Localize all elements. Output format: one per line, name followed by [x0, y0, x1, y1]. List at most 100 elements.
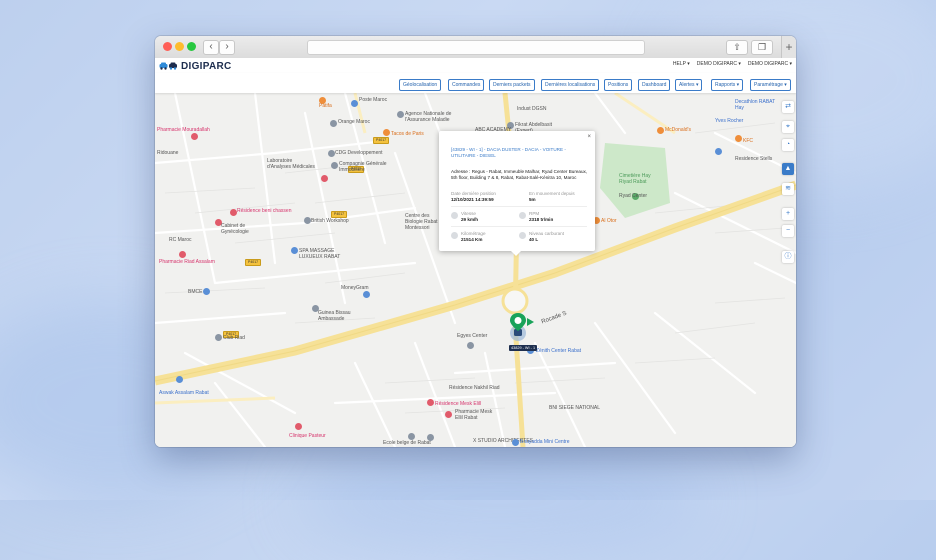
road-shield: P4017 [331, 211, 348, 218]
poi-label: MoneyGram [341, 285, 369, 291]
traffic-icon[interactable]: ▲ [782, 163, 794, 175]
poi-label: Indust DGSN [517, 106, 547, 112]
poi-label: Orange Maroc [338, 119, 370, 125]
office-icon[interactable] [328, 150, 335, 157]
reports-dropdown[interactable]: Rapports ▾ [711, 79, 744, 91]
satellite-icon[interactable]: ◔ [782, 139, 794, 151]
brand-logo[interactable]: DIGIPARC [159, 60, 232, 72]
maximize-window-button[interactable] [187, 42, 196, 51]
poi-label: KFC [743, 138, 753, 144]
phone-shop-icon[interactable] [330, 120, 337, 127]
divider [451, 226, 587, 227]
zoom-in-icon[interactable]: + [782, 208, 794, 220]
help-menu[interactable]: HELP [673, 61, 690, 67]
poi-label: Decathlon RABAT Hay [735, 99, 776, 111]
building-icon[interactable] [397, 111, 404, 118]
restaurant-icon[interactable] [383, 129, 390, 136]
school-icon[interactable] [304, 217, 311, 224]
rpm-icon [519, 212, 526, 219]
commands-button[interactable]: Commandes [448, 79, 485, 91]
info-icon[interactable]: ⓘ [782, 251, 794, 263]
settings-label: Paramétrage [754, 82, 783, 88]
field-value: 5m [529, 197, 536, 202]
poi-label: CDG Developpement [335, 150, 383, 156]
shopping-icon[interactable] [512, 439, 519, 446]
speed-field: Vitesse 29 km/h [461, 211, 478, 223]
building-icon[interactable] [467, 342, 474, 349]
hotel-icon[interactable] [230, 209, 237, 216]
poi-label: Aswak Assalam Rabat [159, 390, 209, 396]
pharmacy-icon[interactable] [179, 251, 186, 258]
road-shield: P4017 [245, 259, 262, 266]
lab-icon[interactable] [321, 175, 328, 182]
hotel-icon[interactable] [427, 399, 434, 406]
poi-label: Poste Maroc [359, 97, 388, 103]
forward-button[interactable]: › [219, 40, 235, 55]
architect-icon[interactable] [427, 434, 434, 441]
speed-icon [451, 212, 458, 219]
brand-name: DIGIPARC [181, 60, 232, 72]
poi-label: Ryad Center [619, 193, 648, 199]
club-icon[interactable] [215, 334, 222, 341]
pin-icon[interactable]: ⌖ [782, 121, 794, 133]
post-office-icon[interactable] [351, 100, 358, 107]
poi-label: Laboratoire d'Analyses Médicales [267, 158, 315, 170]
zoom-out-icon[interactable]: − [782, 225, 794, 237]
poi-label: Ecole belge de Rabat [383, 440, 431, 446]
poi-label: McDonald's [665, 127, 691, 133]
pharmacy-icon[interactable] [445, 411, 452, 418]
back-button[interactable]: ‹ [203, 40, 219, 55]
layers-icon[interactable]: ≋ [782, 183, 794, 195]
money-transfer-icon[interactable] [363, 291, 370, 298]
poi-label: British Workshop [311, 218, 349, 224]
company-menu[interactable]: DEMO DIGIPARC [748, 61, 792, 67]
pharmacy-icon[interactable] [191, 133, 198, 140]
share-icon[interactable]: ⇧ [726, 40, 748, 55]
bank-icon[interactable] [203, 288, 210, 295]
fuel-field: Niveau carburant 40 L [529, 231, 564, 243]
hospital-icon[interactable] [295, 423, 302, 430]
account-menu[interactable]: DEMO DIGIPARC [697, 61, 741, 67]
browser-window: ‹ › ⇧ ❐ + DIGIPARC HELP DEMO DIGIPARC DE… [155, 36, 796, 447]
last-locations-button[interactable]: Dernières localisations [541, 79, 600, 91]
arrows-icon[interactable]: ⇄ [782, 101, 794, 113]
settings-dropdown[interactable]: Paramétrage ▾ [750, 79, 791, 91]
poi-label: Guinea Bissau Ambassade [318, 310, 351, 322]
vehicle-title[interactable]: [43829 - WI - 1] - DACIA DUSTER - DACIA … [451, 147, 577, 159]
poi-label: Résidence Nakhil Riad [449, 385, 500, 391]
field-value: 12/10/2021 14:39:59 [451, 197, 494, 202]
positions-button[interactable]: Positions [604, 79, 633, 91]
last-packets-button[interactable]: Derniers packets [489, 79, 535, 91]
map-canvas[interactable]: P4017 P4017 P4017 P4017 P4017 Poste Maro… [155, 93, 796, 447]
school-icon[interactable] [408, 433, 415, 440]
geolocation-button[interactable]: Géolocalisation [399, 79, 442, 91]
shopping-icon[interactable] [176, 376, 183, 383]
poi-label: Résidence beni chassen [237, 208, 292, 214]
poi-label: Yves Rocher [715, 118, 744, 124]
minimize-window-button[interactable] [175, 42, 184, 51]
poi-label: Clinique Pasteur [289, 433, 326, 439]
poi-label: Cimetière Hay Riyad Rabat [619, 173, 651, 185]
poi-label: SPA MASSAGE LUXUEUX RABAT [299, 248, 341, 260]
rpm-field: RPM 2318 tr/min [529, 211, 553, 223]
fuel-icon [519, 232, 526, 239]
poi-label: Agence Nationale de l'Assurance Maladie [405, 111, 452, 123]
alerts-dropdown[interactable]: Alertes ▾ [675, 79, 703, 91]
top-menu: HELP DEMO DIGIPARC DEMO DIGIPARC [673, 61, 792, 67]
spa-icon[interactable] [291, 247, 298, 254]
poi-label: Zénith Center Rabat [536, 348, 582, 354]
fast-food-icon[interactable] [657, 127, 664, 134]
fast-food-icon[interactable] [735, 135, 742, 142]
close-window-button[interactable] [163, 42, 172, 51]
office-icon[interactable] [331, 162, 338, 169]
address-label: Adresse : [451, 169, 471, 174]
address-bar[interactable] [307, 40, 645, 55]
vehicle-marker[interactable] [509, 311, 535, 343]
tabs-icon[interactable]: ❐ [751, 40, 773, 55]
new-tab-button[interactable]: + [781, 36, 796, 58]
shop-icon[interactable] [715, 148, 722, 155]
vehicle-popup: × [43829 - WI - 1] - DACIA DUSTER - DACI… [439, 131, 595, 256]
close-popup-button[interactable]: × [587, 134, 591, 140]
dashboard-button[interactable]: Dashboard [638, 79, 671, 91]
poi-label: Egyes Center [457, 333, 488, 339]
